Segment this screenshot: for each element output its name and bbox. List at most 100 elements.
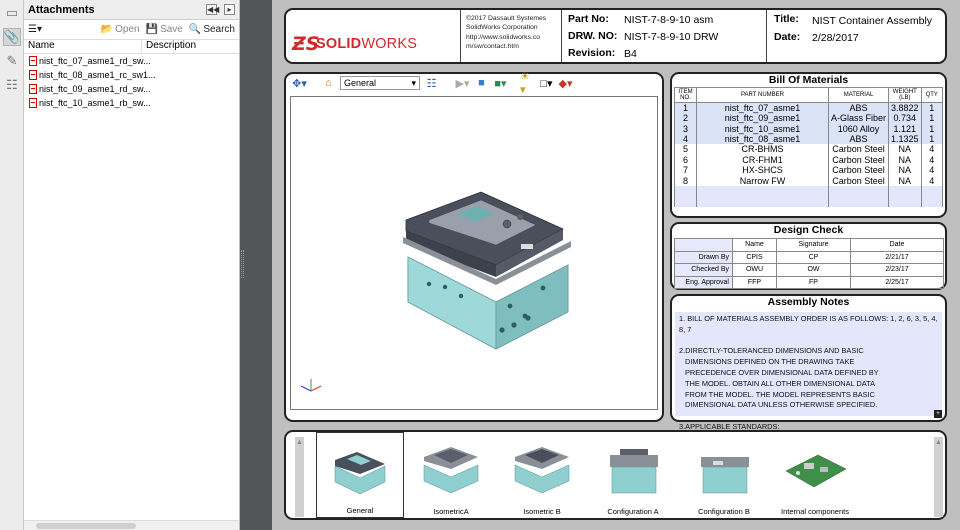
assembly-notes-text[interactable]: 1. BILL OF MATERIALS ASSEMBLY ORDER IS A… bbox=[675, 312, 942, 431]
panel-menu-icon[interactable]: ▸ bbox=[224, 4, 235, 15]
assembly-notes: Assembly Notes 1. BILL OF MATERIALS ASSE… bbox=[670, 294, 947, 431]
page-thumbnails-icon[interactable]: ▭ bbox=[3, 4, 21, 22]
thumbnail-scroll-right[interactable]: ▲ bbox=[934, 437, 943, 517]
bom-cell-part: nist_ftc_10_asme1 bbox=[696, 123, 829, 134]
bom-cell-material: 1060 Alloy bbox=[827, 123, 890, 134]
design-check-title: Design Check bbox=[773, 224, 844, 236]
note-line: 2.DIRECTLY-TOLERANCED DIMENSIONS AND BAS… bbox=[679, 346, 864, 356]
bom-cell-qty: 4 bbox=[920, 175, 944, 186]
dc-cell-name: FFP bbox=[732, 275, 777, 289]
view-thumbnails: General IsometricA Isometric B Configuratio… bbox=[316, 432, 859, 518]
view-select[interactable]: General ▾ bbox=[340, 76, 420, 90]
view-thumbnail[interactable]: Isometric B bbox=[498, 432, 586, 518]
bom-cell-material: ABS bbox=[827, 133, 890, 145]
view-thumbnail[interactable]: Configuration B bbox=[680, 432, 768, 518]
description-column-header[interactable]: Description bbox=[142, 40, 196, 53]
note-line: FROM THE MODEL. THE MODEL REPRESENTS BAS… bbox=[685, 389, 875, 399]
rotate-tool-icon[interactable]: ✥▾ bbox=[292, 76, 307, 91]
bom-row: 8 Narrow FW Carbon Steel NA 4 bbox=[674, 175, 944, 186]
name-column-header[interactable]: Name bbox=[24, 40, 142, 53]
assembly-notes-title: Assembly Notes bbox=[767, 296, 850, 308]
play-animation-icon[interactable]: ▶▾ bbox=[455, 76, 470, 91]
attachment-row[interactable]: nist_ftc_07_asme1_rd_sw... bbox=[24, 54, 239, 68]
dc-header-signature: Signature bbox=[776, 238, 851, 252]
attachments-toolbar: ☰▾ 📂 Open 💾 Save 🔍 Search bbox=[24, 20, 239, 40]
bom-cell-weight: NA bbox=[888, 144, 922, 155]
bom-cell-item: 5 bbox=[674, 144, 697, 155]
expand-notes-icon[interactable]: + bbox=[934, 410, 942, 418]
attachment-row[interactable]: nist_ftc_10_asme1_rb_sw... bbox=[24, 96, 239, 110]
bom-row: 6 CR-FHM1 Carbon Steel NA 4 bbox=[674, 154, 944, 165]
dc-cell-date: 2/23/17 bbox=[850, 263, 944, 277]
note-line: DIMENSIONAL DATA UNLESS OTHERWISE SPECIF… bbox=[685, 400, 878, 410]
view-thumbnail-label: IsometricA bbox=[433, 507, 469, 516]
note-line: 1. BILL OF MATERIALS ASSEMBLY ORDER IS A… bbox=[679, 314, 938, 334]
panel-resize-grip[interactable] bbox=[241, 250, 244, 278]
design-check-row: Checked By OWU OW 2/23/17 bbox=[674, 263, 944, 277]
model-tree-icon[interactable]: ☷ bbox=[3, 76, 21, 94]
bom-cell-weight: 3.8822 bbox=[888, 102, 922, 113]
signatures-icon[interactable]: ✎ bbox=[3, 52, 21, 70]
search-attachments-button[interactable]: 🔍 Search bbox=[189, 24, 235, 35]
bom-row: 4 nist_ftc_08_asme1 ABS 1.1325 1 bbox=[674, 133, 944, 145]
view-thumbnail[interactable]: IsometricA bbox=[407, 432, 495, 518]
open-attachment-button[interactable]: 📂 Open bbox=[101, 24, 140, 35]
design-check-table: Name Signature Date Drawn By CPIS CP 2/21/1… bbox=[674, 238, 944, 289]
bom-cell-material: Carbon Steel bbox=[827, 175, 890, 186]
bom-cell-item: 8 bbox=[674, 175, 697, 186]
home-view-icon[interactable]: ⌂ bbox=[321, 76, 336, 91]
view-thumbnail[interactable]: General bbox=[316, 432, 404, 518]
bom-title: Bill Of Materials bbox=[768, 74, 849, 86]
bom-row: 1 nist_ftc_07_asme1 ABS 3.8822 1 bbox=[674, 102, 944, 113]
dc-cell-name: OWU bbox=[732, 263, 777, 277]
logo-wordmark: SOLIDWORKS bbox=[316, 36, 418, 52]
bom-cell-weight: NA bbox=[888, 164, 922, 176]
bom-cell-weight: NA bbox=[888, 175, 922, 186]
projection-icon[interactable]: ■ bbox=[474, 76, 489, 91]
3d-model-canvas[interactable] bbox=[290, 96, 658, 410]
collapse-left-icon[interactable]: ◀◀ bbox=[206, 4, 219, 15]
note-line: THE MODEL. OBTAIN ALL OTHER DIMENSIONAL … bbox=[685, 378, 875, 388]
view-preview-image bbox=[610, 449, 658, 494]
dc-cell-signature: CP bbox=[776, 250, 851, 264]
bom-cell-qty: 4 bbox=[920, 164, 944, 176]
view-preview-image bbox=[514, 447, 570, 494]
view-thumbnail[interactable]: Configuration A bbox=[589, 432, 677, 518]
attachment-row[interactable]: nist_ftc_09_asme1_rd_sw... bbox=[24, 82, 239, 96]
lighting-icon[interactable]: ☀▾ bbox=[520, 71, 535, 96]
design-check-row: Drawn By CPIS CP 2/21/17 bbox=[674, 250, 944, 264]
attachments-horizontal-scrollbar[interactable] bbox=[24, 520, 239, 530]
app-window: ▭ 📎 ✎ ☷ Attachments ◀◀ ▸ ☰▾ 📂 Open 💾 Save … bbox=[0, 0, 960, 530]
options-menu-button[interactable]: ☰▾ bbox=[28, 24, 42, 35]
attachments-paperclip-icon[interactable]: 📎 bbox=[3, 28, 21, 46]
bom-cell-qty: 4 bbox=[920, 154, 944, 165]
chevron-down-icon: ▾ bbox=[411, 77, 416, 88]
scrollbar-thumb[interactable] bbox=[36, 523, 136, 529]
view-preview-image bbox=[701, 457, 749, 494]
open-icon: 📂 bbox=[100, 24, 114, 35]
dc-header-date: Date bbox=[850, 238, 944, 252]
view-thumbnail[interactable]: Internal components bbox=[771, 432, 859, 518]
thumbnail-scroll-left[interactable]: ▲ bbox=[295, 437, 304, 517]
save-attachment-button[interactable]: 💾 Save bbox=[146, 24, 183, 35]
views-list-icon[interactable]: ☷ bbox=[424, 76, 439, 91]
dc-cell-date: 2/25/17 bbox=[850, 275, 944, 289]
dc-header-name: Name bbox=[732, 238, 777, 252]
bom-cell-material: Carbon Steel bbox=[827, 164, 890, 176]
dc-cell-role: Drawn By bbox=[674, 250, 733, 264]
attachments-column-headers: Name Description bbox=[24, 40, 239, 54]
dc-cell-name: CPIS bbox=[732, 250, 777, 264]
bom-cell-part: Narrow FW bbox=[696, 175, 829, 186]
revision-field: Revision: bbox=[568, 47, 616, 59]
background-color-icon[interactable]: □▾ bbox=[539, 76, 554, 91]
note-line: DIMENSIONS DEFINED ON THE DRAWING TAKE bbox=[685, 357, 855, 367]
attachment-row[interactable]: nist_ftc_08_asme1_rc_sw1... bbox=[24, 68, 239, 82]
bom-cell-item: 7 bbox=[674, 164, 697, 176]
bom-cell-part: nist_ftc_09_asme1 bbox=[696, 113, 829, 124]
bom-cell-qty: 4 bbox=[920, 144, 944, 155]
view-preview-image bbox=[334, 452, 386, 495]
bom-row: 7 HX-SHCS Carbon Steel NA 4 bbox=[674, 164, 944, 176]
pdf-file-icon bbox=[29, 84, 37, 94]
cross-section-icon[interactable]: ◆▾ bbox=[558, 76, 573, 91]
render-mode-icon[interactable]: ■▾ bbox=[493, 76, 508, 91]
